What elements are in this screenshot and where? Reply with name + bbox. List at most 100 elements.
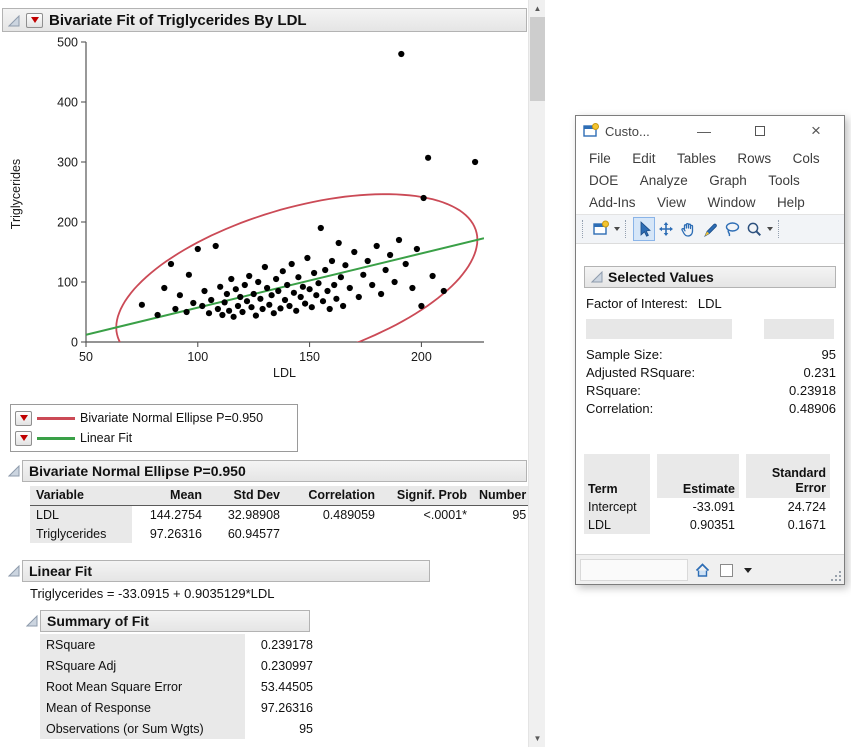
summary-of-fit-table: RSquare0.239178 RSquare Adj0.230997 Root… (40, 634, 319, 739)
menu-view[interactable]: View (657, 192, 686, 214)
cell (381, 524, 473, 543)
legend-item-ellipse: Bivariate Normal Ellipse P=0.950 (15, 408, 293, 428)
column-header: Standard Error (746, 454, 830, 498)
row-label: Root Mean Square Error (40, 676, 245, 697)
menu-edit[interactable]: Edit (632, 148, 655, 170)
customize-window: Custo... — × File Edit Tables Rows Cols … (575, 115, 845, 585)
zoom-tool-icon[interactable] (743, 217, 765, 241)
stat-label: RSquare: (586, 383, 641, 398)
cell: 97.26316 (132, 524, 208, 543)
close-button[interactable]: × (788, 116, 844, 146)
scrollbar-thumb[interactable] (530, 17, 545, 101)
row-label: Triglycerides (30, 524, 132, 543)
ellipse-line-swatch (37, 417, 75, 420)
resize-grip[interactable] (830, 570, 842, 582)
red-triangle-menu-button[interactable] (26, 13, 43, 28)
column-header: Mean (132, 486, 208, 505)
scroll-down-button[interactable]: ▼ (529, 730, 546, 747)
move-tool-icon[interactable] (655, 217, 677, 241)
chevron-down-icon[interactable] (614, 227, 620, 231)
menu-graph[interactable]: Graph (709, 170, 747, 192)
section-header-selected-values[interactable]: Selected Values (584, 266, 836, 288)
scatter-plot-canvas[interactable]: 010020030040050050100150200 (28, 36, 486, 392)
disclosure-icon[interactable] (591, 271, 603, 283)
menu-help[interactable]: Help (777, 192, 805, 214)
section-title: Selected Values (608, 269, 714, 285)
y-axis-label: Triglycerides (9, 134, 23, 254)
column-header: Estimate (657, 454, 739, 498)
minimize-button[interactable]: — (676, 116, 732, 146)
svg-text:400: 400 (57, 96, 78, 110)
factor-label: Factor of Interest: (586, 296, 688, 311)
table-row: Observations (or Sum Wgts)95 (40, 718, 319, 739)
section-header-summary-of-fit[interactable]: Summary of Fit (40, 610, 310, 632)
table-header-row: Variable Mean Std Dev Correlation Signif… (30, 486, 532, 505)
menu-bar: File Edit Tables Rows Cols DOE Analyze G… (576, 148, 844, 214)
menu-cols[interactable]: Cols (793, 148, 820, 170)
disclosure-icon[interactable] (8, 564, 20, 576)
report-title-bar: Bivariate Fit of Triglycerides By LDL (2, 8, 527, 32)
menu-row: Add-Ins View Window Help (576, 192, 844, 214)
toolbar-grip[interactable] (625, 220, 630, 238)
menu-rows[interactable]: Rows (737, 148, 771, 170)
cell: -33.091 (657, 498, 739, 516)
column-header: Correlation (286, 486, 381, 505)
vertical-scrollbar[interactable]: ▲ ▼ (528, 0, 545, 747)
toolbar-grip[interactable] (778, 220, 783, 238)
cell (473, 524, 532, 543)
disclosure-icon[interactable] (26, 614, 38, 626)
table-row: LDL 144.2754 32.98908 0.489059 <.0001* 9… (30, 505, 532, 524)
lasso-tool-icon[interactable] (721, 217, 743, 241)
stat-label: Correlation: (586, 401, 653, 416)
new-window-icon[interactable] (590, 217, 612, 241)
section-header-linear-fit[interactable]: Linear Fit (22, 560, 430, 582)
menu-add-ins[interactable]: Add-Ins (589, 192, 636, 214)
chevron-down-icon[interactable] (767, 227, 773, 231)
cell: 95 (245, 718, 319, 739)
stat-label: Adjusted RSquare: (586, 365, 695, 380)
toolbar-grip[interactable] (582, 220, 587, 238)
window-title: Custo... (605, 124, 650, 139)
dropdown-caret-icon[interactable] (744, 568, 752, 573)
hand-tool-icon[interactable] (677, 217, 699, 241)
cell: <.0001* (381, 505, 473, 524)
svg-text:0: 0 (71, 336, 78, 350)
menu-analyze[interactable]: Analyze (640, 170, 688, 192)
menu-file[interactable]: File (589, 148, 611, 170)
row-label: Intercept (584, 498, 650, 516)
red-triangle-menu-button[interactable] (15, 411, 32, 426)
maximize-button[interactable] (732, 116, 788, 146)
disclosure-icon[interactable] (8, 14, 20, 26)
red-triangle-icon (31, 17, 39, 23)
svg-text:300: 300 (57, 156, 78, 170)
menu-window[interactable]: Window (707, 192, 755, 214)
toolbar (576, 214, 844, 244)
table-row: Root Mean Square Error53.44505 (40, 676, 319, 697)
factor-list-box[interactable] (586, 319, 732, 339)
section-header-ellipse[interactable]: Bivariate Normal Ellipse P=0.950 (22, 460, 527, 482)
jmp-screen: Bivariate Fit of Triglycerides By LDL 0 1… (0, 0, 851, 747)
window-title-bar[interactable]: Custo... — × (576, 116, 844, 146)
app-icon (583, 123, 599, 139)
cell: 0.239178 (245, 634, 319, 655)
value-box[interactable] (764, 319, 834, 339)
scatter-plot[interactable]: 010020030040050050100150200 Triglyceride… (28, 36, 486, 392)
menu-tables[interactable]: Tables (677, 148, 716, 170)
factor-of-interest: Factor of Interest:LDL (586, 296, 722, 311)
menu-doe[interactable]: DOE (589, 170, 618, 192)
menu-tools[interactable]: Tools (768, 170, 800, 192)
ellipse-stats-table: Variable Mean Std Dev Correlation Signif… (30, 486, 532, 543)
svg-text:100: 100 (57, 276, 78, 290)
legend-item-linear-fit: Linear Fit (15, 428, 293, 448)
brush-tool-icon[interactable] (699, 217, 721, 241)
checkbox[interactable] (720, 564, 733, 577)
cell: 144.2754 (132, 505, 208, 524)
home-icon[interactable] (694, 562, 711, 578)
cursor-tool-icon[interactable] (633, 217, 655, 241)
stat-adjusted-rsquare: Adjusted RSquare: 0.231 (586, 365, 836, 383)
stat-value: 0.23918 (789, 383, 836, 398)
disclosure-icon[interactable] (8, 464, 20, 476)
scroll-up-button[interactable]: ▲ (529, 0, 546, 17)
cell: 32.98908 (208, 505, 286, 524)
red-triangle-menu-button[interactable] (15, 431, 32, 446)
